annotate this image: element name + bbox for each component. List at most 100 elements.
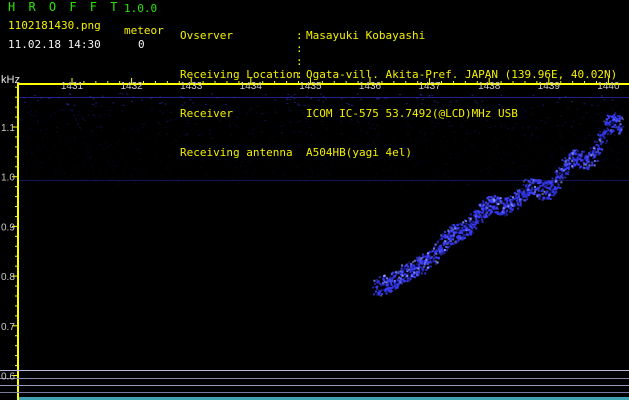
- noise-dot: [323, 141, 326, 143]
- y-tick-label: 0.9: [1, 222, 15, 233]
- noise-dot: [273, 141, 276, 143]
- noise-dot: [99, 126, 102, 128]
- signal-dot: [493, 205, 496, 208]
- signal-dot: [382, 283, 385, 286]
- signal-dot: [476, 215, 479, 218]
- noise-dot: [249, 132, 252, 134]
- signal-dot: [586, 158, 588, 160]
- noise-dot: [55, 127, 58, 129]
- signal-dot: [438, 245, 441, 248]
- signal-dot: [470, 222, 473, 225]
- y-unit-label: kHz: [1, 74, 20, 86]
- noise-dot: [423, 140, 426, 142]
- noise-dot: [244, 171, 246, 173]
- signal-dot: [606, 133, 609, 136]
- noise-dot: [463, 150, 466, 152]
- noise-dot: [280, 126, 283, 127]
- noise-dot: [132, 177, 135, 179]
- signal-dot: [549, 191, 552, 194]
- signal-dot: [587, 160, 590, 163]
- noise-dot: [512, 163, 515, 164]
- signal-dot: [440, 234, 442, 237]
- noise-dot: [439, 140, 442, 142]
- noise-dot: [385, 178, 388, 180]
- noise-dot: [400, 184, 403, 186]
- signal-dot: [495, 201, 498, 204]
- noise-dot: [165, 126, 168, 128]
- baseline-line: [0, 392, 629, 393]
- noise-dot: [314, 112, 317, 114]
- noise-dot: [381, 170, 384, 172]
- noise-dot: [406, 124, 409, 126]
- noise-dot: [187, 122, 190, 124]
- noise-dot: [20, 176, 23, 178]
- signal-dot: [548, 180, 551, 183]
- noise-dot: [431, 182, 434, 184]
- noise-dot: [106, 147, 109, 149]
- noise-dot: [246, 160, 249, 162]
- noise-dot: [296, 103, 299, 105]
- noise-dot: [117, 184, 120, 186]
- noise-dot: [407, 134, 410, 135]
- signal-dot: [413, 264, 416, 267]
- noise-dot: [365, 144, 368, 146]
- noise-dot: [187, 161, 190, 163]
- signal-dot: [607, 129, 610, 132]
- signal-dot: [448, 239, 451, 242]
- noise-dot: [220, 105, 223, 107]
- noise-dot: [504, 115, 507, 117]
- noise-dot: [369, 127, 372, 129]
- noise-dot: [393, 106, 396, 108]
- signal-dot: [479, 214, 482, 217]
- noise-dot: [621, 142, 624, 144]
- noise-dot: [66, 103, 68, 105]
- noise-dot: [398, 112, 400, 114]
- noise-dot: [242, 145, 245, 147]
- signal-dot: [613, 114, 616, 116]
- noise-dot: [218, 146, 221, 148]
- noise-dot: [384, 144, 386, 146]
- signal-dot: [429, 260, 432, 263]
- noise-dot: [182, 135, 185, 137]
- noise-dot: [22, 163, 25, 165]
- noise-dot: [536, 136, 539, 138]
- signal-dot: [569, 162, 572, 165]
- noise-dot: [404, 116, 407, 118]
- noise-dot: [489, 173, 492, 175]
- baseline-line: [0, 378, 629, 379]
- noise-dot: [198, 135, 201, 136]
- x-tick-label: 1435: [299, 81, 322, 92]
- signal-dot: [581, 150, 584, 153]
- noise-dot: [409, 140, 412, 142]
- noise-dot: [377, 138, 380, 140]
- signal-dot: [537, 179, 540, 182]
- signal-dot: [479, 205, 482, 208]
- signal-dot: [505, 210, 508, 213]
- x-minor-tick: [560, 81, 562, 85]
- signal-dot: [415, 263, 418, 266]
- noise-dot: [383, 159, 386, 161]
- signal-dot: [385, 281, 388, 284]
- noise-dot: [489, 168, 492, 169]
- noise-dot: [624, 136, 627, 138]
- noise-dot: [611, 107, 614, 109]
- signal-dot: [482, 211, 485, 214]
- noise-dot: [570, 175, 573, 176]
- signal-dot: [447, 229, 450, 232]
- noise-dot: [430, 121, 433, 123]
- noise-dot: [316, 149, 318, 151]
- signal-dot: [406, 268, 409, 271]
- signal-dot: [376, 286, 379, 288]
- noise-dot: [161, 112, 164, 114]
- noise-dot: [69, 93, 72, 95]
- noise-dot: [139, 174, 142, 176]
- y-minor-tick: [15, 166, 18, 168]
- signal-dot: [394, 285, 397, 288]
- noise-dot: [293, 98, 296, 100]
- observer-value: Masayuki Kobayashi: [306, 29, 426, 42]
- noise-dot: [479, 152, 482, 154]
- signal-dot: [413, 268, 416, 271]
- noise-dot: [306, 121, 309, 123]
- signal-dot: [606, 127, 609, 130]
- signal-dot: [485, 201, 487, 204]
